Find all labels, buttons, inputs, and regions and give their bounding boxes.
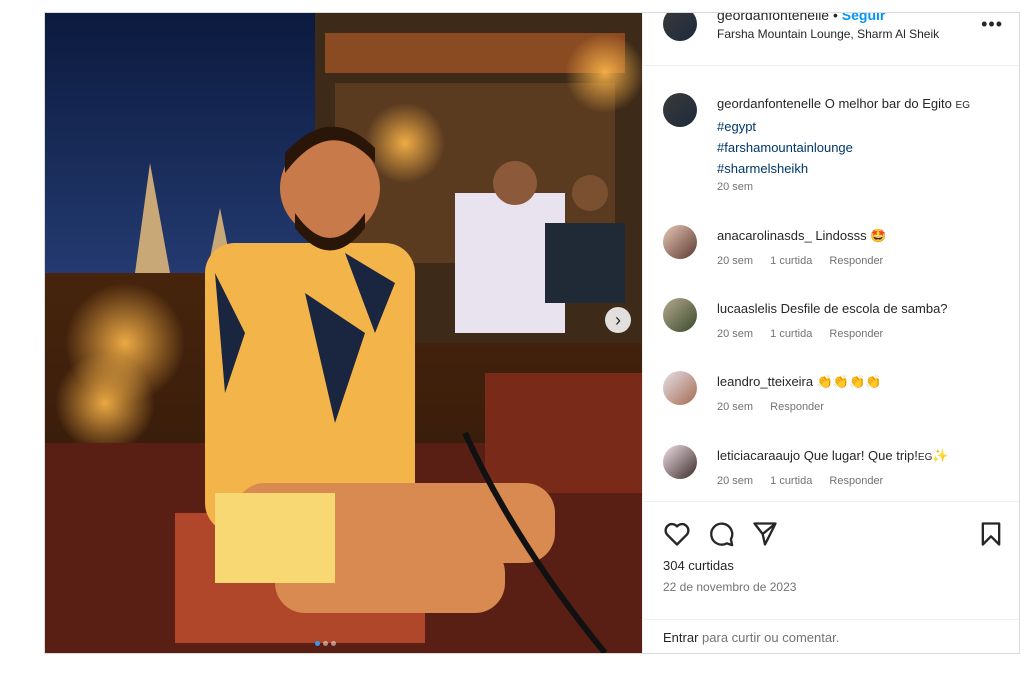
post-side-panel: geordanfontenelle • Seguir Farsha Mounta… [642, 12, 1019, 653]
carousel-dot [315, 641, 320, 646]
post-date[interactable]: 22 de novembro de 2023 [663, 580, 796, 594]
commenter-username[interactable]: anacarolinasds_ [717, 228, 812, 243]
flag-eg: EG [917, 452, 933, 463]
caption-username[interactable]: geordanfontenelle [717, 96, 821, 111]
post-photo[interactable]: › [45, 13, 642, 653]
reply-button[interactable]: Responder [829, 475, 883, 487]
separator: • [833, 12, 838, 23]
commenter-username[interactable]: lucaaslelis [717, 301, 777, 316]
hashtag[interactable]: #egypt [717, 119, 756, 134]
comment-text: anacarolinasds_ Lindosss 🤩 [717, 225, 1007, 247]
timestamp[interactable]: 20 sem [717, 328, 753, 340]
commenter-username[interactable]: leandro_tteixeira [717, 374, 813, 389]
caption-meta: 20 sem [717, 181, 767, 193]
carousel-dot [331, 641, 336, 646]
hashtag[interactable]: #farshamountainlounge [717, 140, 853, 155]
comment-emoji: 👏👏👏👏 [816, 375, 882, 390]
login-link[interactable]: Entrar [663, 630, 698, 645]
post-location[interactable]: Farsha Mountain Lounge, Sharm Al Sheik [717, 27, 939, 41]
comment-text: leticiacaraaujo Que lugar! Que trip!EG✨ [717, 445, 1007, 468]
timestamp[interactable]: 20 sem [717, 181, 753, 193]
post-header: geordanfontenelle • Seguir Farsha Mounta… [643, 12, 1019, 66]
caption-body: O melhor bar do Egito [824, 96, 952, 111]
heart-icon[interactable] [663, 520, 691, 548]
like-count[interactable]: 304 curtidas [663, 558, 734, 573]
caption-text: geordanfontenelle O melhor bar do Egito … [717, 93, 1007, 179]
carousel-indicator [315, 633, 339, 651]
caption-avatar[interactable] [663, 93, 697, 127]
commenter-avatar[interactable] [663, 371, 697, 405]
carousel-next-button[interactable]: › [605, 307, 631, 333]
bookmark-icon[interactable] [977, 520, 1005, 548]
login-prompt: Entrar para curtir ou comentar. [643, 619, 1019, 653]
like-count[interactable]: 1 curtida [770, 328, 812, 340]
hashtag[interactable]: #sharmelsheikh [717, 161, 808, 176]
comment-text: leandro_tteixeira 👏👏👏👏 [717, 371, 1007, 393]
author-avatar[interactable] [663, 13, 697, 41]
reply-button[interactable]: Responder [770, 401, 824, 413]
timestamp[interactable]: 20 sem [717, 475, 753, 487]
login-text: Entrar para curtir ou comentar. [663, 630, 839, 645]
comment-meta: 20 sem 1 curtida Responder [717, 328, 897, 340]
commenter-avatar[interactable] [663, 225, 697, 259]
follow-button[interactable]: Seguir [842, 13, 886, 23]
post-actions: 304 curtidas 22 de novembro de 2023 [643, 501, 1019, 632]
comment-emoji: 🤩 [870, 229, 887, 244]
comments-list: geordanfontenelle O melhor bar do Egito … [643, 65, 1019, 501]
carousel-dot [323, 641, 328, 646]
comment-body: Que lugar! Que trip! [803, 448, 918, 463]
commenter-username[interactable]: leticiacaraaujo [717, 448, 800, 463]
chevron-right-icon: › [615, 310, 621, 330]
like-count[interactable]: 1 curtida [770, 475, 812, 487]
comment-meta: 20 sem 1 curtida Responder [717, 475, 897, 487]
commenter-avatar[interactable] [663, 298, 697, 332]
photo-illustration [45, 13, 642, 653]
comment-body: Desfile de escola de samba? [780, 301, 948, 316]
send-icon[interactable] [751, 520, 779, 548]
more-horizontal-icon[interactable]: ••• [981, 14, 1003, 35]
comment-text: lucaaslelis Desfile de escola de samba? [717, 298, 1007, 319]
comment-emoji: ✨ [932, 449, 949, 464]
timestamp[interactable]: 20 sem [717, 255, 753, 267]
commenter-avatar[interactable] [663, 445, 697, 479]
comment-body: Lindosss [815, 228, 867, 243]
flag-eg: EG [955, 100, 970, 111]
login-message: para curtir ou comentar. [702, 630, 840, 645]
post-card: › geordanfontenelle • Seguir Farsha Moun… [44, 12, 1020, 654]
author-line: geordanfontenelle • Seguir [717, 12, 886, 23]
reply-button[interactable]: Responder [829, 255, 883, 267]
timestamp[interactable]: 20 sem [717, 401, 753, 413]
comment-icon[interactable] [707, 520, 735, 548]
author-username[interactable]: geordanfontenelle [717, 13, 829, 23]
comment-meta: 20 sem 1 curtida Responder [717, 255, 897, 267]
reply-button[interactable]: Responder [829, 328, 883, 340]
like-count[interactable]: 1 curtida [770, 255, 812, 267]
comment-meta: 20 sem Responder [717, 401, 838, 413]
